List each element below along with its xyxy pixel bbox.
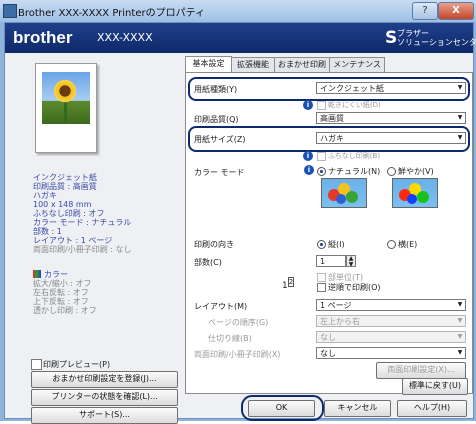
orientation-label: 印刷の向き (194, 240, 234, 249)
solutions-line2: ソリューションセンター (397, 38, 476, 47)
printer-app-icon (3, 4, 17, 18)
properties-window: Brother XXX-XXXX Printerのプロパティ ? X broth… (0, 0, 476, 424)
reverse-order-checkbox[interactable] (317, 283, 326, 292)
copies-spinner[interactable]: ▲ ▼ (346, 255, 356, 268)
solutions-center-link[interactable]: S ブラザー ソリューションセンター (385, 28, 476, 48)
model-name: XXX-XXXX (97, 31, 153, 44)
cancel-button[interactable]: キャンセル (324, 400, 391, 417)
summary-line: 両面印刷/小冊子印刷 : なし (33, 245, 132, 254)
print-preview-label: 印刷プレビュー(P) (43, 360, 111, 369)
border-line-label: 仕切り線(B) (208, 334, 252, 343)
natural-radio[interactable] (317, 167, 326, 176)
color-summary-line: 拡大/縮小 : オフ (33, 279, 92, 288)
vivid-sample-image (392, 178, 438, 208)
duplex-label: 両面印刷/小冊子印刷(X) (194, 350, 281, 359)
color-icon (33, 270, 41, 278)
paper-type-highlight (188, 77, 470, 101)
chevron-down-icon: ▼ (457, 317, 463, 324)
page-order-select[interactable]: 左上から右 ▼ (316, 315, 466, 327)
summary-line: カラー モード : ナチュラル (33, 218, 132, 227)
landscape-radio[interactable] (387, 240, 396, 249)
sunflower-image (42, 72, 90, 124)
chevron-down-icon: ▼ (457, 349, 463, 356)
copies-label: 部数(C) (194, 258, 222, 267)
basic-settings-panel: 用紙種類(Y) インクジェット紙 ▼ i 乾きにくい紙(D) 印刷品質(Q) 高… (185, 72, 473, 394)
slow-dry-label: 乾きにくい紙(D) (328, 101, 381, 109)
restore-defaults-button[interactable]: 標準に戻す(U) (402, 378, 468, 395)
summary-line: 印刷品質 : 高画質 (33, 182, 97, 191)
layout-select[interactable]: 1 ページ ▼ (316, 299, 466, 311)
portrait-radio[interactable] (317, 240, 326, 249)
color-summary-line: 左右反転 : オフ (33, 288, 89, 297)
vivid-radio[interactable] (387, 167, 396, 176)
natural-sample-image (321, 178, 367, 208)
chevron-down-icon: ▼ (457, 114, 463, 121)
help-title-button[interactable]: ? (412, 2, 438, 20)
summary-line: レイアウト : 1 ページ (33, 236, 113, 245)
color-summary-line: 上下反転 : オフ (33, 297, 89, 306)
page-order-label: ページの順序(G) (208, 318, 269, 327)
duplex-settings-button[interactable]: 両面印刷設定(X)... (376, 362, 466, 379)
summary-line: 100 x 148 mm (33, 200, 92, 209)
window-title: Brother XXX-XXXX Printerのプロパティ (18, 8, 205, 19)
reverse-order-label: 逆順で印刷(O) (328, 283, 381, 292)
summary-line: ハガキ (33, 191, 57, 200)
collate-checkbox[interactable] (317, 273, 326, 282)
border-line-value: なし (320, 333, 336, 342)
page-layout-icon: 12 (282, 277, 295, 291)
brand-bar: brother XXX-XXXX S ブラザー ソリューションセンター (5, 23, 476, 53)
duplex-select[interactable]: なし ▼ (316, 347, 466, 359)
color-summary-line: 透かし印刷 : オフ (33, 306, 97, 315)
summary-line: インクジェット紙 (33, 173, 97, 182)
landscape-label: 横(E) (398, 240, 418, 249)
dialog-client: brother XXX-XXXX S ブラザー ソリューションセンター インクジ… (4, 22, 476, 424)
ok-highlight (241, 395, 324, 421)
borderless-checkbox[interactable] (317, 152, 326, 161)
info-icon[interactable]: i (303, 100, 313, 110)
title-bar: Brother XXX-XXXX Printerのプロパティ ? X (0, 0, 476, 22)
portrait-label: 縦(I) (328, 240, 345, 249)
help-button[interactable]: ヘルプ(H) (397, 400, 467, 417)
copies-input[interactable]: 1 (316, 255, 346, 267)
info-icon[interactable]: i (303, 151, 313, 161)
register-auto-print-button[interactable]: おまかせ印刷設定を登録(J)... (31, 371, 178, 388)
quality-label: 印刷品質(Q) (194, 115, 239, 124)
color-mode-label: カラー モード (194, 168, 245, 177)
layout-value: 1 ページ (320, 301, 352, 310)
border-line-select[interactable]: なし ▼ (316, 331, 466, 343)
paper-size-highlight (188, 126, 470, 152)
page-order-value: 左上から右 (320, 317, 360, 326)
info-icon[interactable]: i (304, 165, 314, 175)
vivid-label: 鮮やか(V) (398, 167, 434, 176)
print-preview-thumbnail (35, 63, 97, 153)
tab-auto-print[interactable]: おまかせ印刷 (274, 57, 330, 73)
quality-value: 高画質 (320, 114, 344, 123)
color-summary-head: カラー (44, 270, 68, 279)
chevron-down-icon: ▼ (457, 333, 463, 340)
solutions-line1: ブラザー (397, 29, 429, 38)
print-preview-checkbox[interactable] (31, 359, 42, 370)
close-button[interactable]: X (438, 2, 474, 20)
summary-line: 部数 : 1 (33, 227, 62, 236)
tab-maintenance[interactable]: メンテナンス (329, 57, 385, 73)
solutions-center-icon: S (385, 28, 398, 48)
brother-logo: brother (13, 28, 73, 47)
chevron-down-icon: ▼ (457, 301, 463, 308)
natural-label: ナチュラル(N) (328, 167, 381, 176)
borderless-label: ふちなし印刷(B) (328, 152, 381, 160)
settings-summary: インクジェット紙 印刷品質 : 高画質 ハガキ 100 x 148 mm ふちな… (33, 173, 131, 254)
tab-advanced[interactable]: 拡張機能 (231, 57, 275, 73)
slow-dry-checkbox[interactable] (317, 101, 326, 110)
layout-label: レイアウト(M) (194, 302, 248, 311)
quality-select[interactable]: 高画質 ▼ (316, 112, 466, 124)
color-summary: カラー 拡大/縮小 : オフ 左右反転 : オフ 上下反転 : オフ 透かし印刷… (33, 270, 97, 315)
support-button[interactable]: サポート(S)... (31, 407, 178, 424)
summary-line: ふちなし印刷 : オフ (33, 209, 105, 218)
duplex-value: なし (320, 349, 336, 358)
printer-status-button[interactable]: プリンターの状態を確認(L)... (31, 389, 178, 406)
